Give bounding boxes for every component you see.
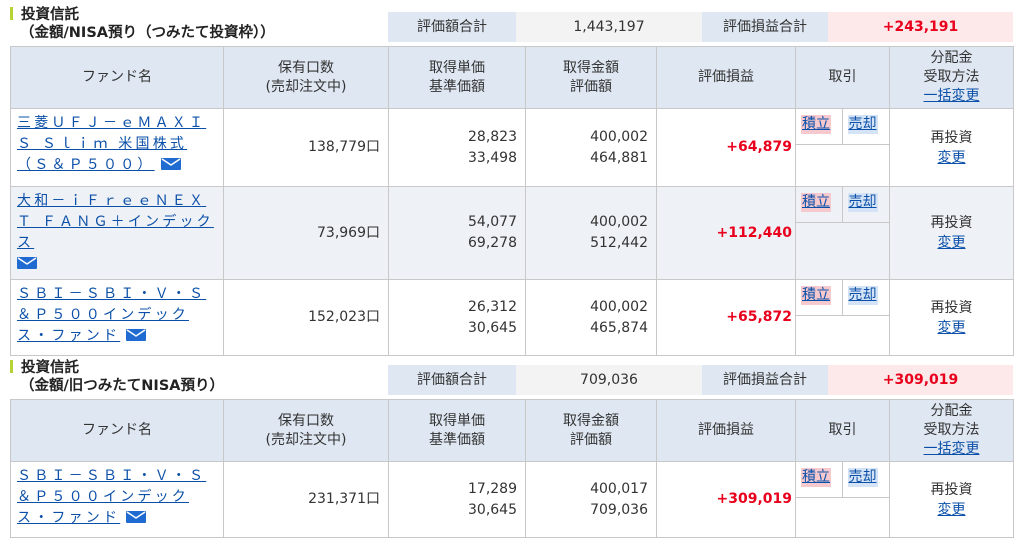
col-pl: 評価損益 (656, 399, 796, 462)
col-unit-price: 取得単価 基準価額 (388, 46, 526, 109)
fund-link[interactable]: 大和－ｉＦｒｅｅＮＥＸＴ ＦＡＮＧ＋インデックス (17, 193, 214, 251)
col-amount: 取得金額 評価額 (525, 46, 657, 109)
mail-icon[interactable] (17, 257, 37, 269)
mail-icon[interactable] (160, 158, 181, 170)
sell-button[interactable]: 売却 (847, 468, 878, 487)
buy-button[interactable]: 積立 (801, 115, 831, 134)
total-value: 1,443,197 (516, 12, 702, 42)
table-row: ＳＢＩ－ＳＢＩ・Ｖ・Ｓ＆Ｐ５００インデックス・ファンド 231,371口 17,… (10, 461, 1014, 538)
distribution-cell: 再投資 変更 (889, 186, 1014, 280)
sell-button[interactable]: 売却 (847, 193, 878, 212)
section-title: 投資信託 （金額/旧つみたてNISA預り） (10, 359, 224, 395)
amount-cell: 400,002 464,881 (525, 108, 657, 187)
section-title: 投資信託 （金額/NISA預り（つみたて投資枠）） (10, 6, 275, 42)
col-units: 保有口数 (売却注文中) (223, 399, 389, 462)
buy-button[interactable]: 積立 (801, 468, 831, 487)
section-header: 投資信託 （金額/旧つみたてNISA預り） 評価額合計 709,036 評価損益… (10, 359, 1013, 399)
summary-bar: 評価額合計 1,443,197 評価損益合計 +243,191 (388, 12, 1013, 42)
col-fund-name: ファンド名 (10, 399, 224, 462)
units-cell: 138,779口 (223, 108, 389, 187)
price-cell: 26,312 30,645 (388, 279, 526, 356)
trade-cell: 積立 売却 (795, 279, 890, 356)
units-cell: 73,969口 (223, 186, 389, 280)
pl-cell: +65,872 (656, 279, 796, 356)
trade-cell: 積立 売却 (795, 108, 890, 187)
fund-name-cell: ＳＢＩ－ＳＢＩ・Ｖ・Ｓ＆Ｐ５００インデックス・ファンド (10, 461, 224, 538)
col-distribution: 分配金 受取方法 一括変更 (889, 46, 1014, 109)
distribution-cell: 再投資 変更 (889, 108, 1014, 187)
table-header-row: ファンド名 保有口数 (売却注文中) 取得単価 基準価額 取得金額 評価額 評価損益 … (10, 399, 1014, 462)
trade-cell: 積立 売却 (795, 461, 890, 538)
total-label: 評価額合計 (388, 12, 516, 42)
distribution-cell: 再投資 変更 (889, 279, 1014, 356)
section-header: 投資信託 （金額/NISA預り（つみたて投資枠）） 評価額合計 1,443,19… (10, 6, 1013, 46)
mail-icon[interactable] (126, 511, 147, 523)
accent-bar (10, 360, 13, 373)
bulk-change-link[interactable]: 一括変更 (924, 88, 980, 104)
col-units: 保有口数 (売却注文中) (223, 46, 389, 109)
buy-button[interactable]: 積立 (801, 286, 831, 305)
col-amount: 取得金額 評価額 (525, 399, 657, 462)
table-row: 大和－ｉＦｒｅｅＮＥＸＴ ＦＡＮＧ＋インデックス 73,969口 54,077 6… (10, 186, 1014, 280)
pl-total-value: +309,019 (828, 365, 1013, 395)
col-pl: 評価損益 (656, 46, 796, 109)
sell-button[interactable]: 売却 (847, 286, 878, 305)
fund-link[interactable]: ＳＢＩ－ＳＢＩ・Ｖ・Ｓ＆Ｐ５００インデックス・ファンド (17, 468, 206, 526)
pl-total-label: 評価損益合計 (702, 365, 828, 395)
sell-button[interactable]: 売却 (847, 115, 878, 134)
change-link[interactable]: 変更 (938, 235, 966, 251)
amount-cell: 400,002 512,442 (525, 186, 657, 280)
change-link[interactable]: 変更 (938, 320, 966, 336)
price-cell: 17,289 30,645 (388, 461, 526, 538)
holdings-table: ファンド名 保有口数 (売却注文中) 取得単価 基準価額 取得金額 評価額 評価損益 … (10, 399, 1014, 538)
change-link[interactable]: 変更 (938, 502, 966, 518)
col-unit-price: 取得単価 基準価額 (388, 399, 526, 462)
col-trade: 取引 (795, 46, 890, 109)
trade-cell: 積立 売却 (795, 186, 890, 280)
fund-name-cell: 大和－ｉＦｒｅｅＮＥＸＴ ＦＡＮＧ＋インデックス (10, 186, 224, 280)
change-link[interactable]: 変更 (938, 150, 966, 166)
holdings-table: ファンド名 保有口数 (売却注文中) 取得単価 基準価額 取得金額 評価額 評価損益 … (10, 46, 1014, 356)
pl-cell: +64,879 (656, 108, 796, 187)
pl-cell: +112,440 (656, 186, 796, 280)
col-fund-name: ファンド名 (10, 46, 224, 109)
units-cell: 231,371口 (223, 461, 389, 538)
portfolio-section-old-tsumitate-nisa: 投資信託 （金額/旧つみたてNISA預り） 評価額合計 709,036 評価損益… (10, 359, 1014, 538)
price-cell: 28,823 33,498 (388, 108, 526, 187)
buy-button[interactable]: 積立 (801, 193, 831, 212)
fund-name-cell: ＳＢＩ－ＳＢＩ・Ｖ・Ｓ＆Ｐ５００インデックス・ファンド (10, 279, 224, 356)
total-value: 709,036 (516, 365, 702, 395)
summary-bar: 評価額合計 709,036 評価損益合計 +309,019 (388, 365, 1013, 395)
table-row: ＳＢＩ－ＳＢＩ・Ｖ・Ｓ＆Ｐ５００インデックス・ファンド 152,023口 26,… (10, 279, 1014, 356)
col-trade: 取引 (795, 399, 890, 462)
distribution-cell: 再投資 変更 (889, 461, 1014, 538)
fund-name-cell: 三菱ＵＦＪ－ｅＭＡＸＩＳ Ｓｌｉｍ 米国株式（Ｓ＆Ｐ５００） (10, 108, 224, 187)
pl-total-label: 評価損益合計 (702, 12, 828, 42)
mail-icon[interactable] (126, 329, 147, 341)
bulk-change-link[interactable]: 一括変更 (924, 441, 980, 457)
price-cell: 54,077 69,278 (388, 186, 526, 280)
pl-cell: +309,019 (656, 461, 796, 538)
accent-bar (10, 7, 13, 20)
units-cell: 152,023口 (223, 279, 389, 356)
amount-cell: 400,017 709,036 (525, 461, 657, 538)
pl-total-value: +243,191 (828, 12, 1013, 42)
portfolio-section-nisa-tsumitate: 投資信託 （金額/NISA預り（つみたて投資枠）） 評価額合計 1,443,19… (10, 6, 1014, 356)
col-distribution: 分配金 受取方法 一括変更 (889, 399, 1014, 462)
total-label: 評価額合計 (388, 365, 516, 395)
amount-cell: 400,002 465,874 (525, 279, 657, 356)
table-header-row: ファンド名 保有口数 (売却注文中) 取得単価 基準価額 取得金額 評価額 評価損益 … (10, 46, 1014, 109)
table-row: 三菱ＵＦＪ－ｅＭＡＸＩＳ Ｓｌｉｍ 米国株式（Ｓ＆Ｐ５００） 138,779口 … (10, 108, 1014, 187)
fund-link[interactable]: ＳＢＩ－ＳＢＩ・Ｖ・Ｓ＆Ｐ５００インデックス・ファンド (17, 286, 206, 344)
